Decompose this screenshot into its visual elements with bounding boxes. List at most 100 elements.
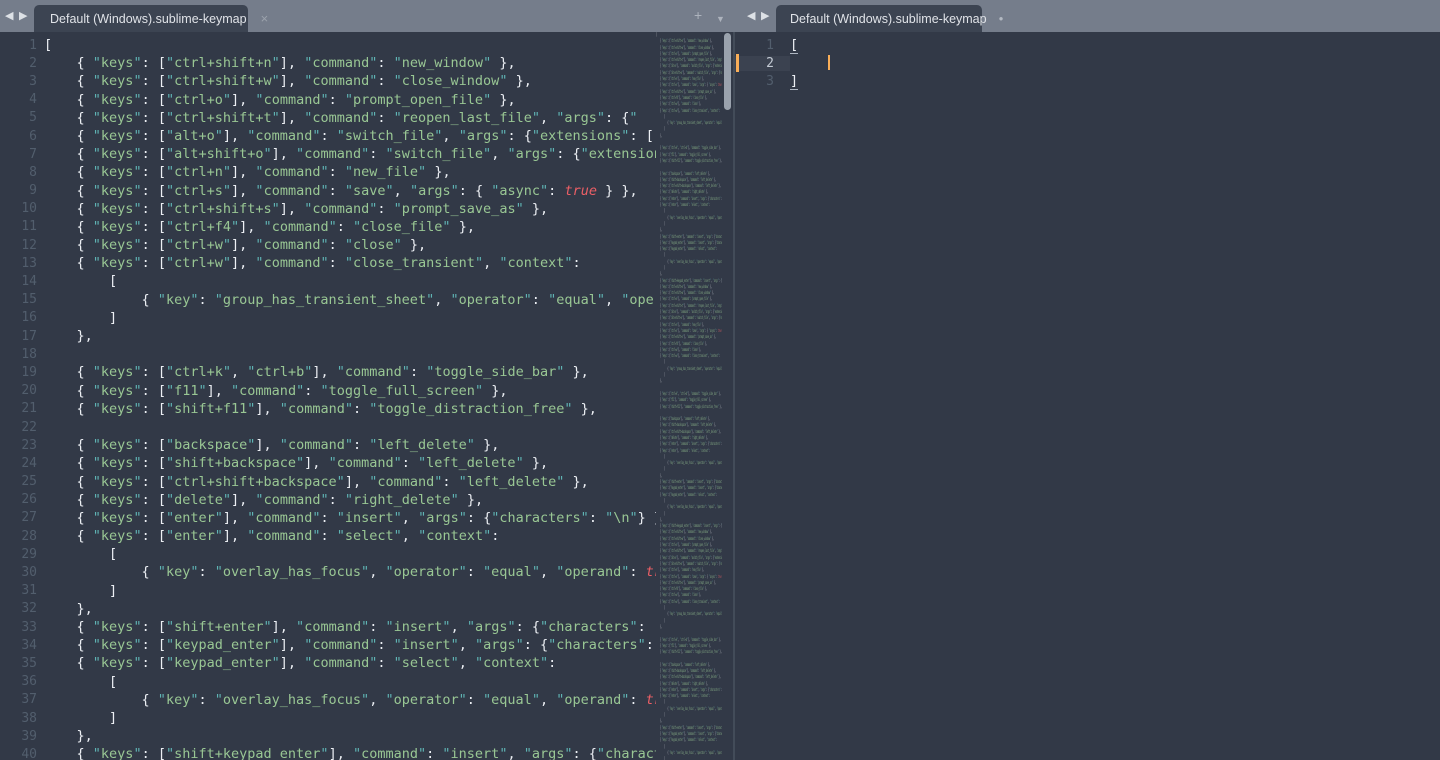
code-line[interactable]: 22 [0, 418, 656, 436]
right-editor-pane[interactable]: 1[2 3] [735, 32, 1440, 760]
code-text: { "keys": ["shift+backspace"], "command"… [44, 455, 549, 472]
code-text: [ [44, 37, 53, 53]
tab-close-icon[interactable]: × [261, 12, 269, 25]
code-text: { "keys": ["ctrl+o"], "command": "prompt… [44, 91, 516, 108]
code-text: { "keys": ["f11"], "command": "toggle_fu… [44, 382, 508, 399]
code-line[interactable]: 28 { "keys": ["enter"], "command": "sele… [0, 527, 656, 545]
line-number: 4 [29, 92, 37, 108]
code-line[interactable]: 34 { "keys": ["keypad_enter"], "command"… [0, 636, 656, 654]
line-number: 34 [21, 637, 37, 653]
code-line[interactable]: 19 { "keys": ["ctrl+k", "ctrl+b"], "comm… [0, 363, 656, 381]
new-tab-button[interactable]: + [694, 7, 702, 23]
code-text: ] [44, 709, 118, 726]
line-number: 2 [735, 55, 790, 71]
line-number: 1 [29, 37, 37, 53]
minimap[interactable]: [ { "keys": ["ctrl+shift+n"], "command":… [656, 32, 722, 760]
left-editor-pane[interactable]: 1[2 { "keys": ["ctrl+shift+n"], "command… [0, 32, 656, 760]
code-text: { "keys": ["ctrl+w"], "command": "close"… [44, 237, 427, 254]
code-text: { "keys": ["shift+f11"], "command": "tog… [44, 400, 597, 417]
code-text: { "keys": ["ctrl+shift+backspace"], "com… [44, 473, 589, 490]
code-line[interactable]: 30 { "key": "overlay_has_focus", "operat… [0, 563, 656, 581]
code-line[interactable]: 17 }, [0, 327, 656, 345]
code-text: { "keys": ["enter"], "command": "select"… [44, 528, 500, 545]
code-text: ] [44, 582, 118, 599]
code-text: { "keys": ["enter"], "command": "insert"… [44, 509, 657, 526]
left-group-scroll-left-icon[interactable]: ◀ [5, 9, 13, 23]
code-line[interactable]: 40 { "keys": ["shift+keypad_enter"], "co… [0, 745, 656, 760]
code-line[interactable]: 3 { "keys": ["ctrl+shift+w"], "command":… [0, 72, 656, 90]
code-line[interactable]: 20 { "keys": ["f11"], "command": "toggle… [0, 382, 656, 400]
line-number: 32 [21, 601, 37, 617]
line-number: 1 [766, 37, 774, 53]
code-line[interactable]: 1[ [0, 36, 656, 54]
right-group-scroll-right-icon[interactable]: ▶ [761, 9, 769, 23]
code-line[interactable]: 29 [ [0, 545, 656, 563]
right-group-scroll-left-icon[interactable]: ◀ [747, 9, 755, 23]
line-number: 17 [21, 328, 37, 344]
code-line[interactable]: 8 { "keys": ["ctrl+n"], "command": "new_… [0, 163, 656, 181]
code-line[interactable]: 6 { "keys": ["alt+o"], "command": "switc… [0, 127, 656, 145]
code-line[interactable]: 26 { "keys": ["delete"], "command": "rig… [0, 491, 656, 509]
code-line[interactable]: 9 { "keys": ["ctrl+s"], "command": "save… [0, 182, 656, 200]
code-text: [ [790, 37, 799, 54]
code-line[interactable]: 10 { "keys": ["ctrl+shift+s"], "command"… [0, 200, 656, 218]
code-line[interactable]: 38 ] [0, 709, 656, 727]
code-text: { "keys": ["ctrl+s"], "command": "save",… [44, 182, 638, 199]
line-number: 19 [21, 364, 37, 380]
line-number: 3 [29, 73, 37, 89]
code-line[interactable]: 16 ] [0, 309, 656, 327]
code-line[interactable]: 7 { "keys": ["alt+shift+o"], "command": … [0, 145, 656, 163]
tab-bar: ◀ ▶ Default (Windows).sublime-keymap × +… [0, 0, 1440, 32]
code-line[interactable]: 3] [735, 72, 1440, 91]
line-number: 5 [29, 110, 37, 126]
tab-right-keymap[interactable]: Default (Windows).sublime-keymap ● [776, 5, 1003, 32]
left-group-scroll-right-icon[interactable]: ▶ [19, 9, 27, 23]
code-line[interactable]: 12 { "keys": ["ctrl+w"], "command": "clo… [0, 236, 656, 254]
code-line[interactable]: 5 { "keys": ["ctrl+shift+t"], "command":… [0, 109, 656, 127]
text-caret [828, 55, 830, 71]
code-line[interactable]: 2 { "keys": ["ctrl+shift+n"], "command":… [0, 54, 656, 72]
code-line[interactable]: 2 [735, 54, 1440, 73]
code-line[interactable]: 25 { "keys": ["ctrl+shift+backspace"], "… [0, 473, 656, 491]
code-line[interactable]: 37 { "key": "overlay_has_focus", "operat… [0, 691, 656, 709]
code-line[interactable]: 15 { "key": "group_has_transient_sheet",… [0, 291, 656, 309]
line-number: 7 [29, 146, 37, 162]
line-number: 36 [21, 674, 37, 690]
code-text: { "key": "overlay_has_focus", "operator"… [44, 564, 656, 581]
line-number: 3 [766, 73, 774, 89]
code-line[interactable]: 39 }, [0, 727, 656, 745]
code-line[interactable]: 1[ [735, 36, 1440, 54]
code-line[interactable]: 31 ] [0, 582, 656, 600]
code-line[interactable]: 35 { "keys": ["keypad_enter"], "command"… [0, 654, 656, 672]
line-number: 30 [21, 565, 37, 581]
tab-overflow-icon[interactable]: ▼ [716, 11, 725, 27]
line-number: 21 [21, 401, 37, 417]
code-line[interactable]: 24 { "keys": ["shift+backspace"], "comma… [0, 454, 656, 472]
code-line[interactable]: 23 { "keys": ["backspace"], "command": "… [0, 436, 656, 454]
code-line[interactable]: 32 }, [0, 600, 656, 618]
code-text: { "keys": ["alt+shift+o"], "command": "s… [44, 146, 657, 163]
code-line[interactable]: 33 { "keys": ["shift+enter"], "command":… [0, 618, 656, 636]
line-number: 39 [21, 728, 37, 744]
code-line[interactable]: 4 { "keys": ["ctrl+o"], "command": "prom… [0, 91, 656, 109]
code-text: ] [44, 309, 118, 326]
line-number: 28 [21, 528, 37, 544]
code-text: [ [44, 273, 118, 290]
scrollbar-thumb[interactable] [724, 33, 731, 110]
sublime-text-window: ◀ ▶ Default (Windows).sublime-keymap × +… [0, 0, 1440, 760]
code-line[interactable]: 27 { "keys": ["enter"], "command": "inse… [0, 509, 656, 527]
code-text: { "keys": ["ctrl+f4"], "command": "close… [44, 218, 475, 235]
line-number: 16 [21, 310, 37, 326]
code-line[interactable]: 13 { "keys": ["ctrl+w"], "command": "clo… [0, 254, 656, 272]
line-number: 23 [21, 437, 37, 453]
code-line[interactable]: 14 [ [0, 272, 656, 290]
line-number: 27 [21, 510, 37, 526]
tab-left-keymap[interactable]: Default (Windows).sublime-keymap × [34, 5, 268, 32]
code-line[interactable]: 18 [0, 345, 656, 363]
code-line[interactable]: 21 { "keys": ["shift+f11"], "command": "… [0, 400, 656, 418]
code-line[interactable]: 11 { "keys": ["ctrl+f4"], "command": "cl… [0, 218, 656, 236]
code-text [790, 54, 1440, 72]
code-line[interactable]: 36 [ [0, 673, 656, 691]
modified-line-marker [736, 54, 739, 73]
code-text: { "keys": ["ctrl+shift+t"], "command": "… [44, 109, 638, 126]
